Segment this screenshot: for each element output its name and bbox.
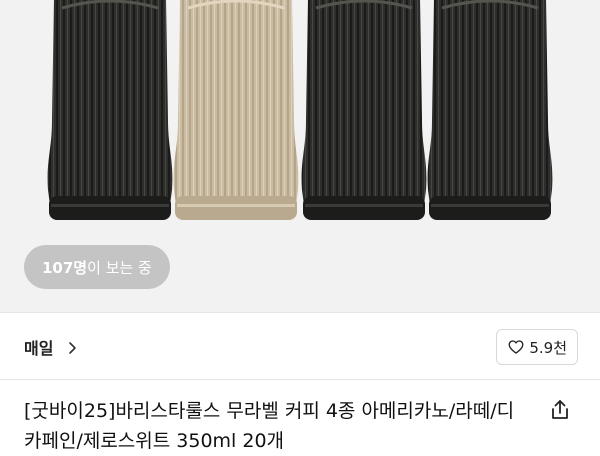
- seller-name: 매일: [24, 339, 54, 358]
- seller-link[interactable]: 매일: [24, 335, 79, 359]
- chevron-right-icon: [65, 340, 79, 354]
- bottle-beige: [173, 0, 299, 220]
- share-icon[interactable]: [548, 398, 572, 422]
- bottle-dark: [47, 0, 173, 220]
- viewer-suffix: 이 보는 중: [87, 258, 152, 277]
- viewer-count: 107명: [42, 258, 88, 277]
- like-count: 5.9천: [529, 338, 567, 357]
- product-image[interactable]: 107명 이 보는 중: [0, 0, 600, 312]
- viewer-count-badge: 107명 이 보는 중: [24, 245, 170, 289]
- heart-outline-icon: [508, 340, 524, 354]
- divider: [0, 379, 600, 380]
- like-button[interactable]: 5.9천: [496, 329, 578, 365]
- bottle-dark: [427, 0, 553, 220]
- product-title: [굿바이25]바리스타룰스 무라벨 커피 4종 아메리카노/라떼/디카페인/제로…: [24, 400, 515, 452]
- seller-row: 매일 5.9천: [0, 313, 600, 379]
- bottle-dark: [301, 0, 427, 220]
